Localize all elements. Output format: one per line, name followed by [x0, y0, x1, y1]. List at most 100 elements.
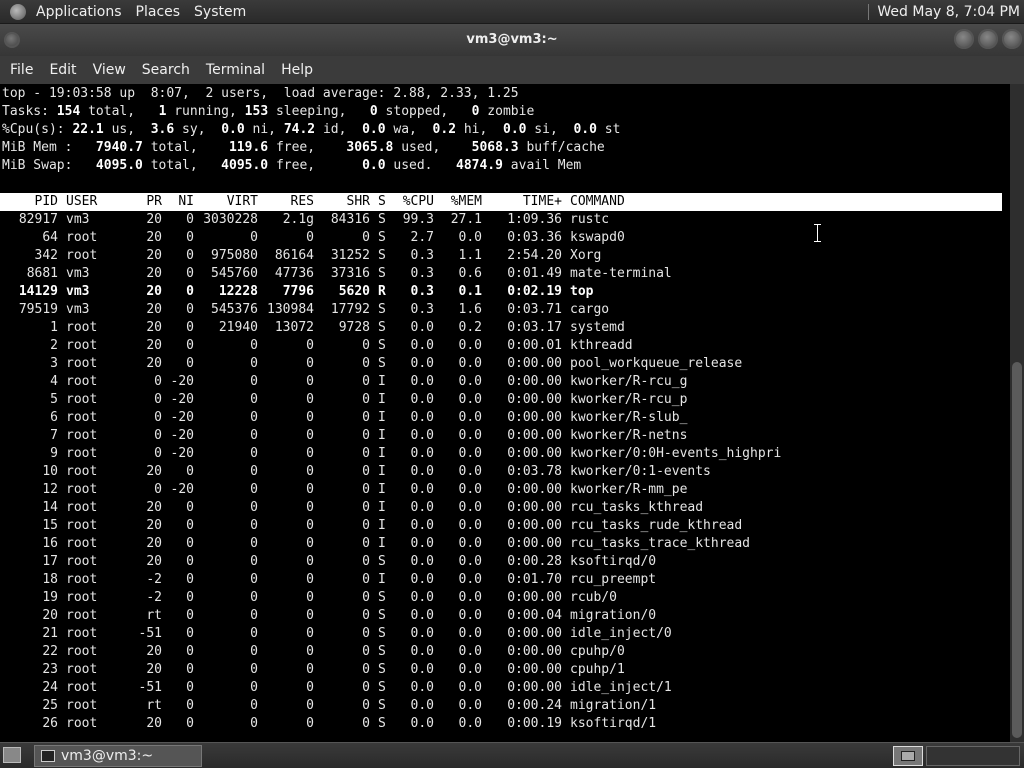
summary-label: hi,: [456, 122, 503, 137]
cell-command: cpuhp/0: [570, 644, 625, 659]
menu-terminal[interactable]: Terminal: [198, 56, 273, 84]
menu-applications[interactable]: Applications: [30, 0, 130, 24]
cell-cpu: 0.3: [410, 266, 434, 281]
scrollbar-thumb[interactable]: [1012, 362, 1022, 738]
cell-state: S: [378, 662, 386, 677]
menu-file[interactable]: File: [2, 56, 41, 84]
menu-system[interactable]: System: [188, 0, 254, 24]
workspace-switcher[interactable]: [926, 746, 1020, 766]
cell-virt: 0: [250, 500, 258, 515]
cell-res: 0: [306, 500, 314, 515]
table-row: 18 root -2 0 0 0 0 I 0.0 0.0 0:01.70 rcu_preempt: [0, 571, 1002, 589]
cell-pr: 20: [146, 320, 162, 335]
cell-shr: 0: [362, 608, 370, 623]
cell-mem: 0.0: [458, 626, 482, 641]
show-desktop-icon[interactable]: [3, 747, 21, 763]
cell-time: 0:02.19: [507, 284, 562, 299]
cell-pid: 1: [50, 320, 58, 335]
cell-time: 0:00.00: [507, 662, 562, 677]
table-row: 14 root 20 0 0 0 0 I 0.0 0.0 0:00.00 rcu_tasks_kthr…: [0, 499, 1002, 517]
cell-state: S: [378, 212, 386, 227]
cell-virt: 0: [250, 608, 258, 623]
workspace-1-icon[interactable]: [893, 746, 923, 766]
cell-time: 0:00.00: [507, 428, 562, 443]
cell-cpu: 0.0: [410, 698, 434, 713]
menu-search[interactable]: Search: [134, 56, 198, 84]
cell-virt: 0: [250, 410, 258, 425]
cell-cpu: 0.0: [410, 464, 434, 479]
cell-mem: 0.0: [458, 716, 482, 731]
cell-cpu: 0.3: [410, 284, 434, 299]
minimize-button[interactable]: [954, 29, 974, 49]
cell-ni: -20: [170, 392, 194, 407]
cell-pid: 25: [42, 698, 58, 713]
terminal-output[interactable]: top - 19:03:58 up 8:07, 2 users, load av…: [0, 84, 1010, 742]
menu-help[interactable]: Help: [273, 56, 321, 84]
cell-user: root: [66, 644, 98, 659]
cell-virt: 0: [250, 626, 258, 641]
cell-command: idle_inject/0: [570, 626, 672, 641]
cell-cpu: 0.0: [410, 374, 434, 389]
cell-mem: 0.0: [458, 446, 482, 461]
cell-pr: rt: [146, 608, 162, 623]
cell-time: 0:00.00: [507, 374, 562, 389]
terminal-scrollbar[interactable]: [1010, 84, 1024, 742]
table-row: 17 root 20 0 0 0 0 S 0.0 0.0 0:00.28 ksoftirqd/0: [0, 553, 1002, 571]
menu-places[interactable]: Places: [130, 0, 189, 24]
cell-pr: -2: [146, 590, 162, 605]
cell-state: I: [378, 464, 386, 479]
cell-ni: 0: [186, 230, 194, 245]
cell-pr: 20: [146, 212, 162, 227]
cell-state: I: [378, 374, 386, 389]
cell-pr: 20: [146, 662, 162, 677]
cell-shr: 0: [362, 572, 370, 587]
cell-mem: 27.1: [450, 212, 482, 227]
mate-logo-icon[interactable]: [10, 3, 26, 20]
cell-time: 0:00.04: [507, 608, 562, 623]
cell-virt: 0: [250, 662, 258, 677]
cell-ni: 0: [186, 554, 194, 569]
cell-user: root: [66, 536, 98, 551]
table-row: 4 root 0 -20 0 0 0 I 0.0 0.0 0:00.00 kworker/R-rcu_…: [0, 373, 1002, 391]
maximize-button[interactable]: [978, 29, 998, 49]
cell-mem: 0.0: [458, 698, 482, 713]
cell-ni: 0: [186, 212, 194, 227]
cell-ni: 0: [186, 590, 194, 605]
header-shr: SHR: [346, 194, 370, 209]
cell-time: 0:00.00: [507, 626, 562, 641]
cell-virt: 0: [250, 356, 258, 371]
cell-command: rcu_tasks_rude_kthread: [570, 518, 743, 533]
cell-virt: 3030228: [203, 212, 258, 227]
cell-time: 0:00.01: [507, 338, 562, 353]
cell-time: 0:00.00: [507, 518, 562, 533]
cell-user: root: [66, 482, 98, 497]
cell-command: kworker/0:0H-events_highpri: [570, 446, 782, 461]
cell-ni: 0: [186, 284, 194, 299]
cell-ni: 0: [186, 518, 194, 533]
summary-label: Tasks:: [2, 104, 57, 119]
cell-pr: 0: [154, 374, 162, 389]
summary-label: total,: [80, 104, 159, 119]
taskbar-window-button[interactable]: vm3@vm3:~: [34, 745, 202, 767]
cell-mem: 0.0: [458, 662, 482, 677]
cell-res: 0: [306, 626, 314, 641]
cell-user: root: [66, 338, 98, 353]
cell-res: 0: [306, 446, 314, 461]
cell-user: vm3: [66, 284, 90, 299]
close-button[interactable]: [1002, 29, 1022, 49]
menu-edit[interactable]: Edit: [41, 56, 84, 84]
cell-time: 0:03.36: [507, 230, 562, 245]
table-row: 20 root rt 0 0 0 0 S 0.0 0.0 0:00.04 migration/0: [0, 607, 1002, 625]
cell-shr: 0: [362, 482, 370, 497]
window-titlebar[interactable]: vm3@vm3:~: [0, 24, 1024, 56]
cell-user: root: [66, 572, 98, 587]
cell-shr: 0: [362, 590, 370, 605]
cell-virt: 21940: [218, 320, 258, 335]
menu-view[interactable]: View: [85, 56, 134, 84]
cell-res: 0: [306, 338, 314, 353]
table-row: 15 root 20 0 0 0 0 I 0.0 0.0 0:00.00 rcu_tasks_rude…: [0, 517, 1002, 535]
panel-clock[interactable]: Wed May 8, 7:04 PM: [877, 0, 1024, 24]
cell-time: 0:01.49: [507, 266, 562, 281]
cell-res: 0: [306, 374, 314, 389]
cell-virt: 0: [250, 338, 258, 353]
